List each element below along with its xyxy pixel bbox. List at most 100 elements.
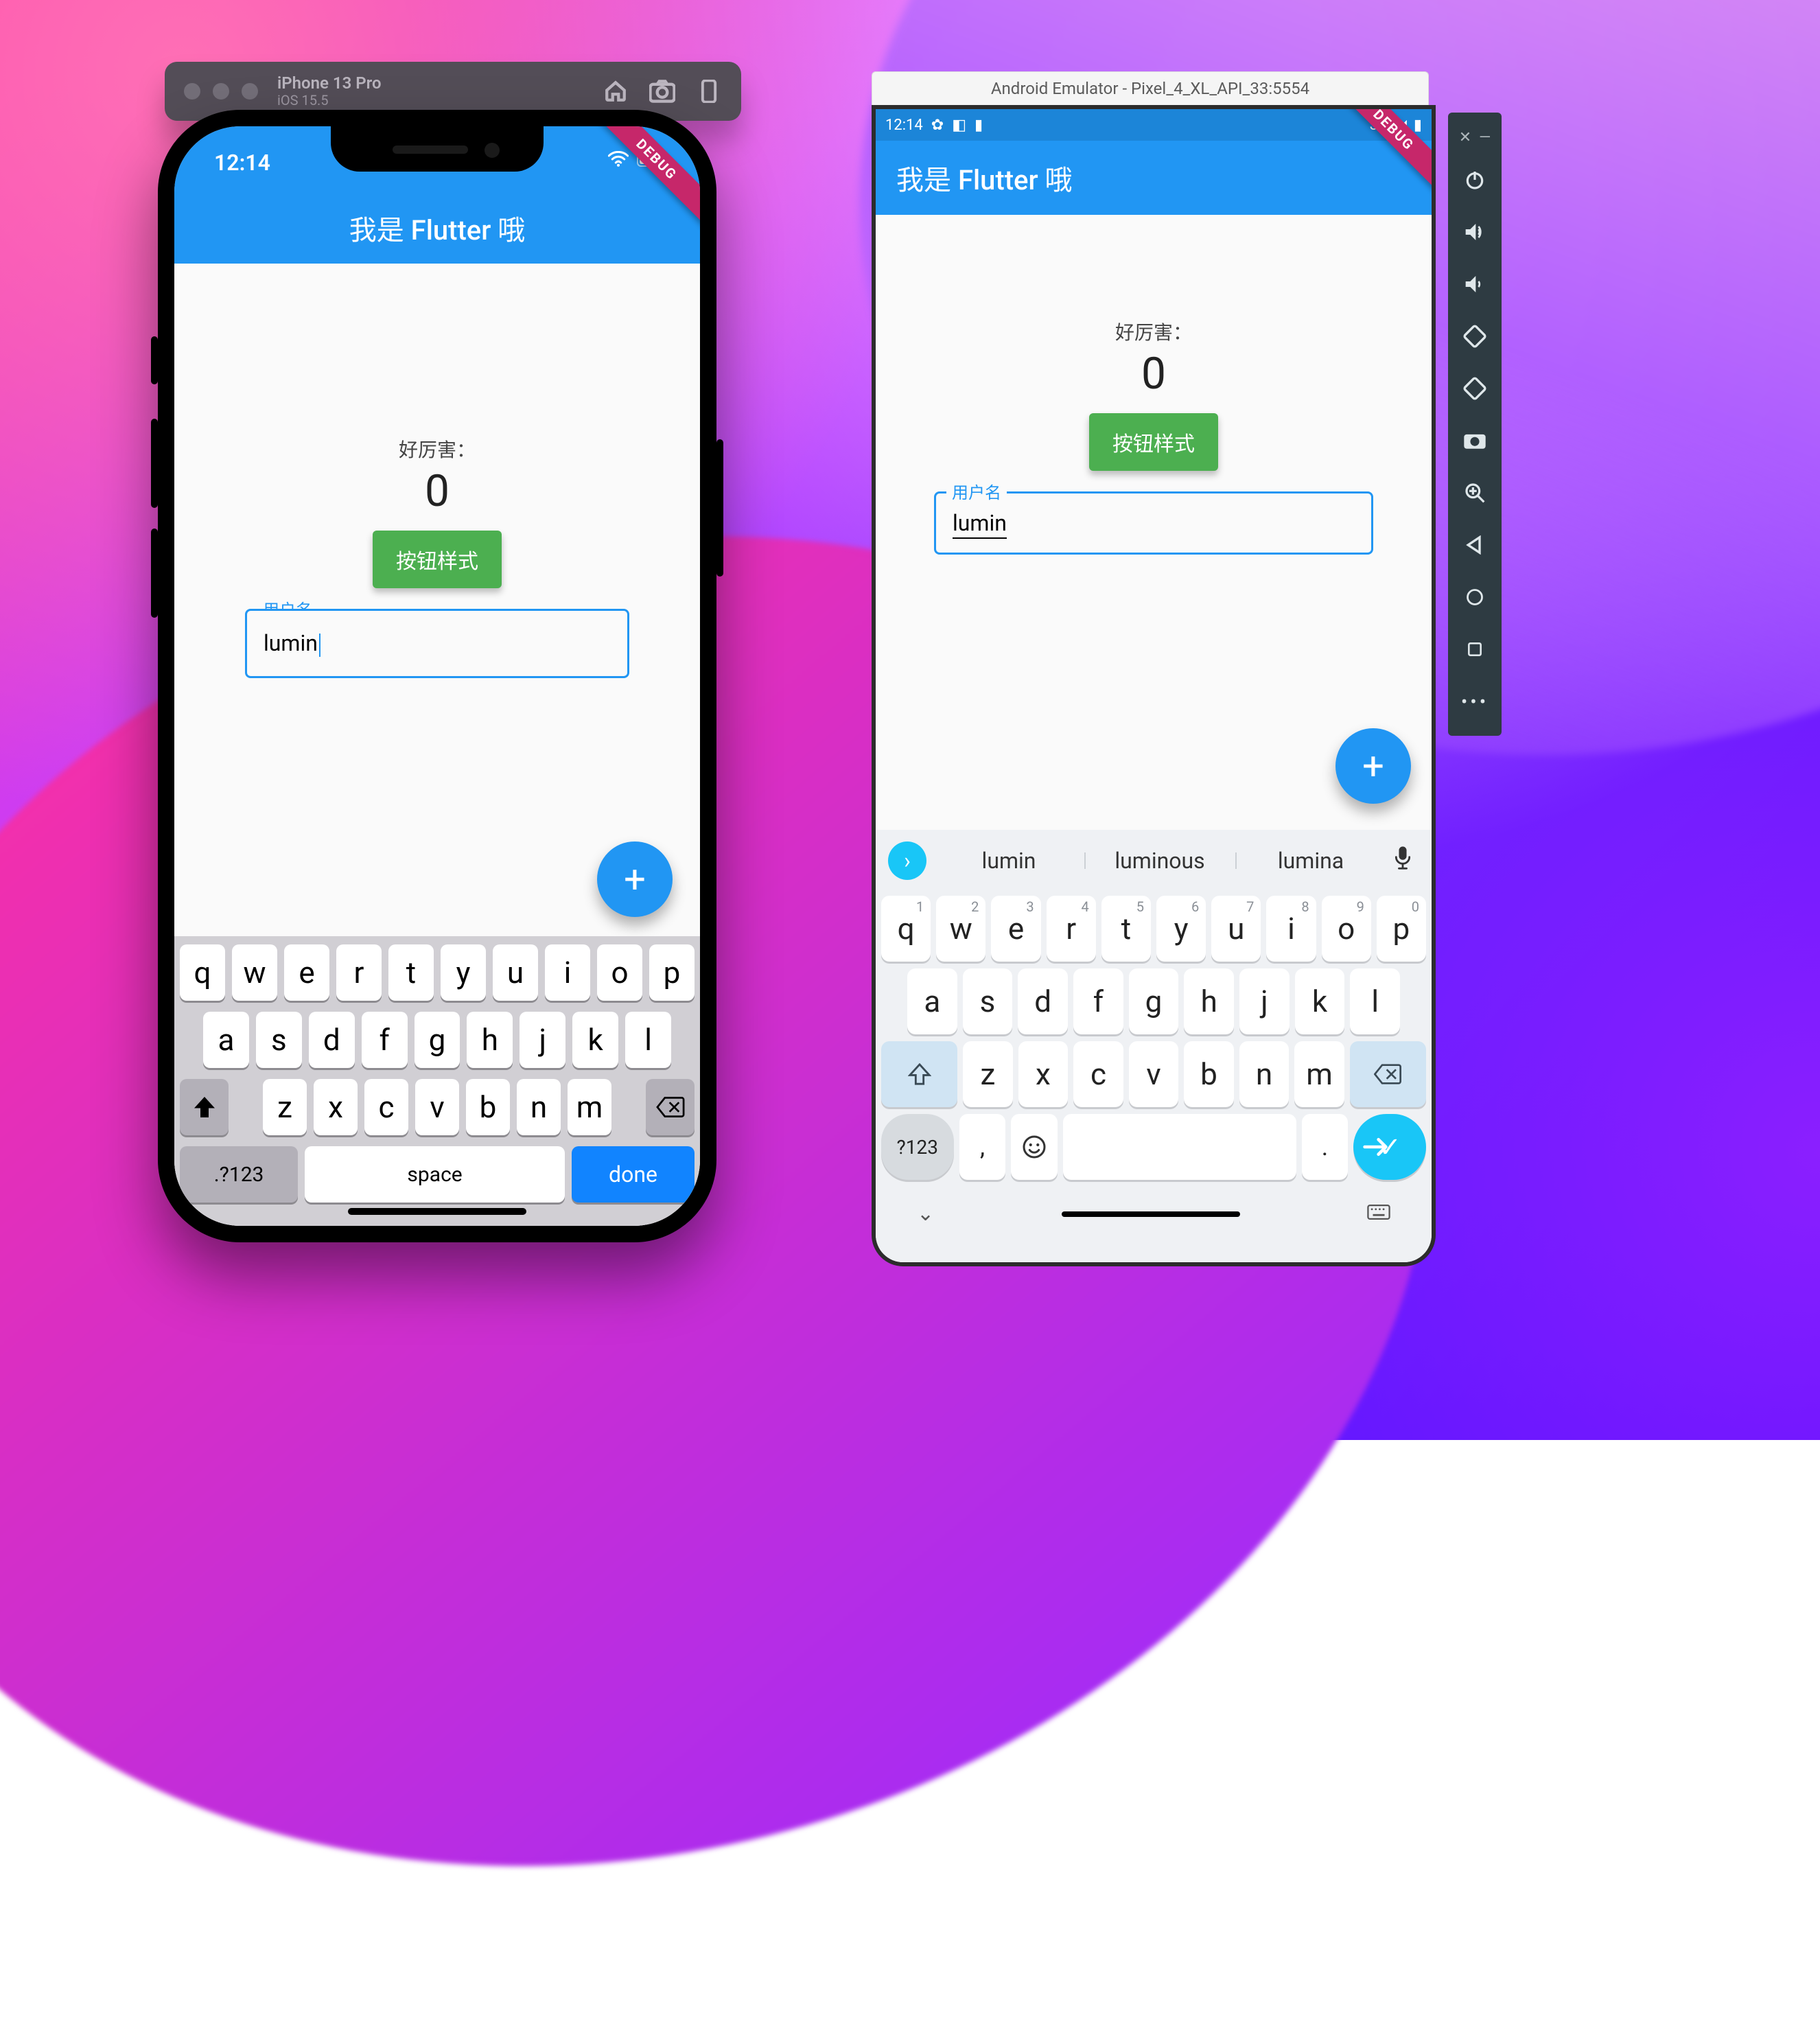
key-u[interactable]: u7: [1211, 896, 1261, 962]
fab-add-button[interactable]: +: [1335, 728, 1411, 804]
more-icon[interactable]: •••: [1448, 677, 1502, 726]
emoji-key[interactable]: [1011, 1114, 1058, 1180]
key-f[interactable]: f: [362, 1012, 408, 1068]
close-dot-icon[interactable]: [184, 83, 200, 100]
fab-add-button[interactable]: +: [597, 841, 673, 917]
key-r[interactable]: r: [336, 944, 382, 1001]
screenshot-icon[interactable]: [649, 78, 675, 104]
key-g[interactable]: g: [415, 1012, 460, 1068]
key-v[interactable]: v: [1129, 1041, 1179, 1107]
zoom-icon[interactable]: [1448, 468, 1502, 518]
key-j[interactable]: j: [1239, 968, 1290, 1034]
volume-down-icon[interactable]: [1448, 259, 1502, 309]
key-a[interactable]: a: [203, 1012, 249, 1068]
suggestions-expand-icon[interactable]: ›: [888, 841, 926, 880]
key-f[interactable]: f: [1073, 968, 1123, 1034]
volume-up-button[interactable]: [151, 419, 158, 508]
backspace-key[interactable]: [1350, 1041, 1426, 1107]
ios-keyboard[interactable]: qwertyuiop asdfghjkl zxcvbnm: [174, 936, 700, 1226]
key-y[interactable]: y: [441, 944, 486, 1001]
key-e[interactable]: e3: [991, 896, 1040, 962]
emulator-toolbar[interactable]: ✕ — •••: [1448, 113, 1502, 736]
key-k[interactable]: k: [572, 1012, 618, 1068]
home-nav-icon[interactable]: [1448, 572, 1502, 622]
volume-down-button[interactable]: [151, 529, 158, 618]
keyboard-switch-icon[interactable]: [1367, 1202, 1390, 1226]
key-b[interactable]: b: [466, 1079, 510, 1135]
rotate-left-icon[interactable]: [1448, 312, 1502, 361]
home-icon[interactable]: [603, 78, 629, 104]
key-t[interactable]: t5: [1101, 896, 1151, 962]
comma-key[interactable]: ,: [959, 1114, 1006, 1180]
key-k[interactable]: k: [1295, 968, 1345, 1034]
key-x[interactable]: x: [314, 1079, 358, 1135]
key-a[interactable]: a: [907, 968, 957, 1034]
home-indicator[interactable]: [348, 1208, 526, 1215]
key-s[interactable]: s: [256, 1012, 302, 1068]
key-m[interactable]: m: [1294, 1041, 1344, 1107]
key-c[interactable]: c: [1073, 1041, 1123, 1107]
power-button[interactable]: [716, 439, 723, 577]
back-icon[interactable]: [1448, 520, 1502, 570]
key-h[interactable]: h: [467, 1012, 513, 1068]
volume-up-icon[interactable]: [1448, 207, 1502, 257]
mic-icon[interactable]: [1386, 846, 1419, 876]
key-h[interactable]: h: [1184, 968, 1234, 1034]
key-e[interactable]: e: [284, 944, 329, 1001]
key-i[interactable]: i: [545, 944, 590, 1001]
window-traffic-lights[interactable]: [184, 83, 258, 100]
key-p[interactable]: p: [649, 944, 695, 1001]
key-o[interactable]: o: [597, 944, 642, 1001]
key-o[interactable]: o9: [1322, 896, 1371, 962]
key-w[interactable]: w2: [936, 896, 985, 962]
key-d[interactable]: d: [309, 1012, 355, 1068]
power-icon[interactable]: [1448, 155, 1502, 205]
period-key[interactable]: .: [1302, 1114, 1349, 1180]
key-l[interactable]: l: [625, 1012, 671, 1068]
key-n[interactable]: n: [517, 1079, 561, 1135]
key-l[interactable]: l: [1350, 968, 1400, 1034]
key-c[interactable]: c: [364, 1079, 408, 1135]
key-z[interactable]: z: [263, 1079, 307, 1135]
suggestion-3[interactable]: lumina: [1235, 848, 1386, 874]
key-q[interactable]: q: [180, 944, 225, 1001]
key-b[interactable]: b: [1184, 1041, 1234, 1107]
key-r[interactable]: r4: [1047, 896, 1096, 962]
key-p[interactable]: p0: [1377, 896, 1426, 962]
key-y[interactable]: y6: [1156, 896, 1206, 962]
style-button[interactable]: 按钮样式: [1089, 413, 1218, 471]
key-v[interactable]: v: [415, 1079, 459, 1135]
home-indicator[interactable]: [1062, 1211, 1240, 1217]
key-g[interactable]: g: [1129, 968, 1179, 1034]
key-w[interactable]: w: [232, 944, 277, 1001]
done-key[interactable]: done: [572, 1146, 695, 1203]
suggestion-1[interactable]: lumin: [933, 848, 1084, 874]
shift-key[interactable]: [180, 1079, 229, 1135]
enter-key[interactable]: ✓: [1353, 1114, 1426, 1180]
rotate-right-icon[interactable]: [1448, 364, 1502, 413]
overview-icon[interactable]: [1448, 625, 1502, 674]
key-d[interactable]: d: [1018, 968, 1068, 1034]
minimize-dot-icon[interactable]: [213, 83, 229, 100]
backspace-key[interactable]: [646, 1079, 695, 1135]
space-key[interactable]: space: [305, 1146, 565, 1203]
rotate-icon[interactable]: [696, 78, 722, 104]
suggestion-2[interactable]: luminous: [1084, 848, 1235, 874]
key-z[interactable]: z: [963, 1041, 1013, 1107]
zoom-dot-icon[interactable]: [242, 83, 258, 100]
android-emulator-titlebar[interactable]: Android Emulator - Pixel_4_XL_API_33:555…: [872, 71, 1429, 105]
key-s[interactable]: s: [963, 968, 1013, 1034]
key-t[interactable]: t: [388, 944, 434, 1001]
username-input[interactable]: lumin: [245, 609, 629, 678]
style-button[interactable]: 按钮样式: [373, 531, 502, 588]
android-keyboard[interactable]: › lumin luminous lumina q1w2e3r4t5y6u7i8…: [876, 830, 1432, 1262]
key-j[interactable]: j: [520, 1012, 565, 1068]
numbers-key[interactable]: .?123: [180, 1146, 298, 1203]
emulator-close-icon[interactable]: ✕ —: [1448, 122, 1502, 152]
key-m[interactable]: m: [568, 1079, 611, 1135]
key-q[interactable]: q1: [881, 896, 931, 962]
key-n[interactable]: n: [1239, 1041, 1290, 1107]
space-key[interactable]: [1063, 1114, 1296, 1180]
shift-key[interactable]: [881, 1041, 957, 1107]
camera-icon[interactable]: [1448, 416, 1502, 465]
